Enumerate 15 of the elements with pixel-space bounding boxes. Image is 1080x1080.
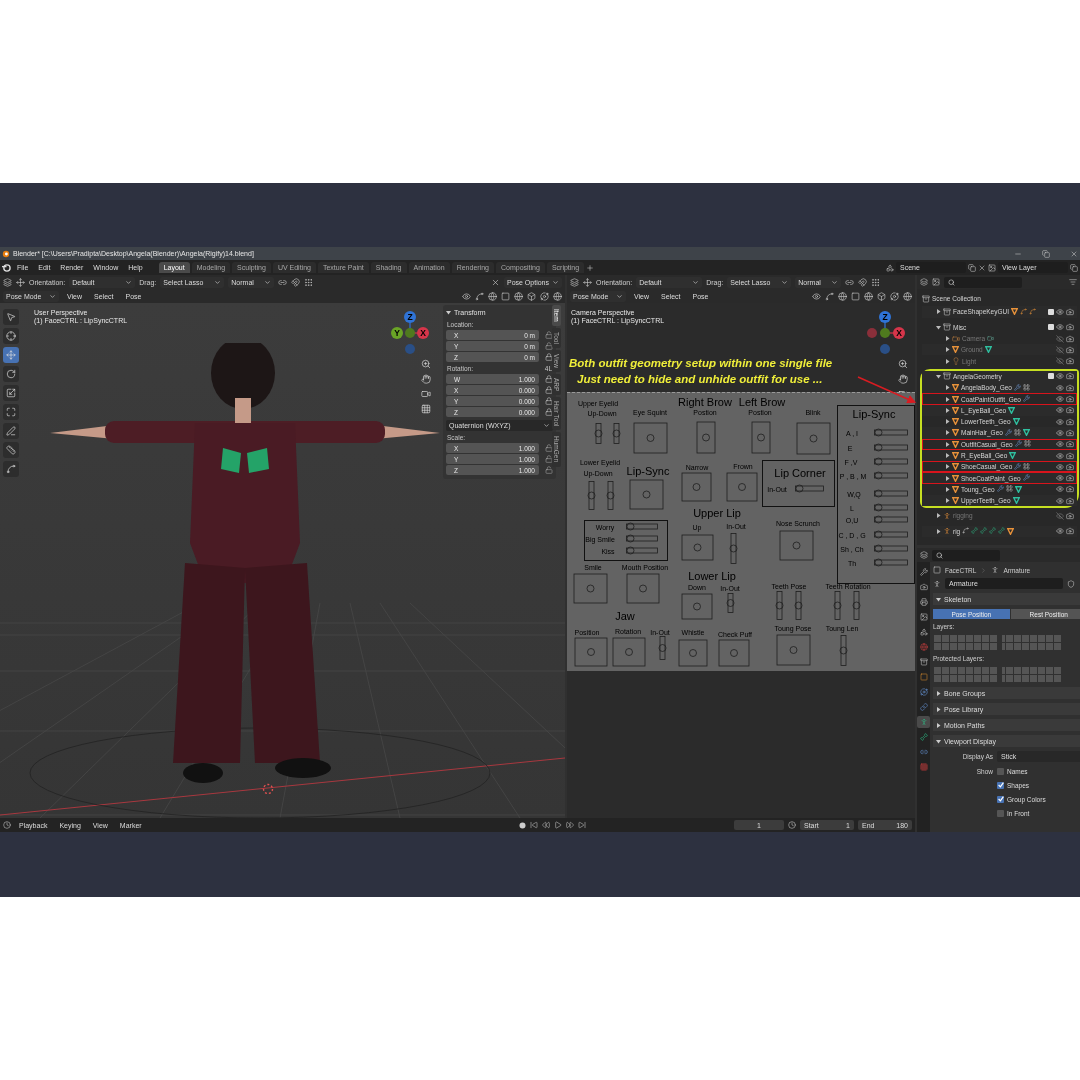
axis-handle[interactable]: Y <box>391 327 403 339</box>
rig-section-title: Lip Corner <box>774 467 826 479</box>
rig-section-title: Lower Lip <box>688 570 736 582</box>
annotation-text: Both outfit geometry setup within one single file <box>569 357 833 369</box>
axis-handle[interactable]: Z <box>404 311 416 323</box>
rig-section-title: Right Brow <box>678 396 732 408</box>
rig-section-title: Lip-Sync <box>852 408 896 420</box>
axis-handle[interactable]: X <box>417 327 429 339</box>
annotation-text: Just need to hide and unhide outfit for use ... <box>577 373 823 385</box>
rig-section-title: Jaw <box>615 610 635 622</box>
rig-section-title: Left Brow <box>738 396 786 408</box>
rig-section-title: Upper Lip <box>693 507 741 519</box>
axis-handle[interactable]: X <box>893 327 905 339</box>
rig-section-title: Lip-Sync <box>626 465 670 477</box>
axis-handle[interactable]: Z <box>879 311 891 323</box>
